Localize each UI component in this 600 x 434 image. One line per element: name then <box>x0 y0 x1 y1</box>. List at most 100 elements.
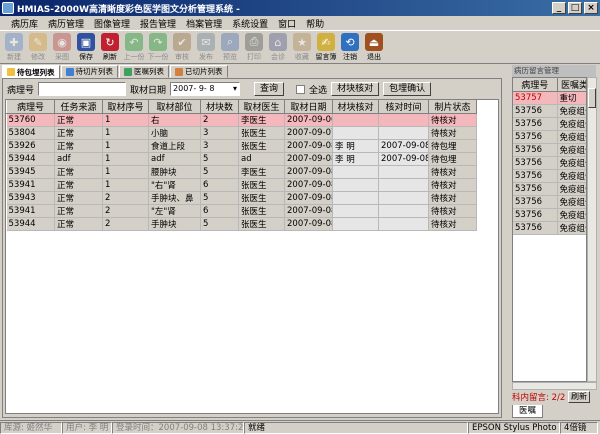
menu-item[interactable]: 系统设置 <box>227 17 273 30</box>
menu-item[interactable]: 窗口 <box>273 17 301 30</box>
menu-item[interactable]: 帮助 <box>301 17 329 30</box>
query-button[interactable]: 查询 <box>254 82 285 96</box>
empty-cell <box>428 275 477 287</box>
column-header[interactable]: 材块数 <box>200 100 239 114</box>
table-row[interactable]: 53945 正常 1 腰肿块 5 李医生 2007-09-08 待核对 <box>6 165 477 179</box>
refresh-orders-button[interactable]: 刷新 <box>568 391 590 403</box>
orders-cell: 53756 <box>513 156 558 170</box>
orders-row[interactable]: 53757 重切 <box>513 91 586 105</box>
table-row[interactable]: 53760 正常 1 右 2 李医生 2007-09-06 待核对 <box>6 113 477 127</box>
table-cell: ad <box>238 152 285 166</box>
tab-orders[interactable]: 医嘱 <box>512 405 544 418</box>
chevron-down-icon[interactable]: ▾ <box>233 84 237 94</box>
orders-row[interactable]: 53756免疫组化 <box>513 156 586 170</box>
list-tab[interactable]: 医嘱列表 <box>119 65 169 78</box>
orders-table[interactable]: 病理号医嘱类型 53757重切53756免疫组化53756免疫组化53756免疫… <box>512 77 587 382</box>
empty-cell <box>200 275 239 287</box>
empty-cell <box>54 364 103 377</box>
orders-cell: 免疫组化 <box>557 117 586 131</box>
orders-row[interactable]: 53756免疫组化 <box>513 104 586 118</box>
column-header[interactable]: 材块核对 <box>332 100 379 114</box>
table-row[interactable]: 53941 正常 2 "左"肾 6 张医生 2007-09-08 待核对 <box>6 204 477 218</box>
table-cell: 53941 <box>6 178 55 192</box>
column-header[interactable]: 病理号 <box>6 100 55 114</box>
toolbar-button[interactable]: ✚ 新建 <box>2 31 26 63</box>
table-row[interactable]: 53944 adf 1 adf 5 ad 2007-09-08 李 明 2007-09-08 待包… <box>6 152 477 166</box>
menu-item[interactable]: 报告管理 <box>135 17 181 30</box>
toolbar-button[interactable]: ↻ 刷新 <box>98 31 122 63</box>
table-cell: 53945 <box>6 165 55 179</box>
toolbar-button[interactable]: ↷ 下一份 <box>146 31 170 63</box>
table-row[interactable]: 53804 正常 1 小脑 3 张医生 2007-09-07 待核对 <box>6 126 477 140</box>
empty-cell <box>332 364 379 377</box>
toolbar-button[interactable]: ⟲ 注销 <box>338 31 362 63</box>
toolbar-button[interactable]: ✔ 审核 <box>170 31 194 63</box>
orders-row[interactable]: 53756免疫组化 <box>513 143 586 157</box>
orders-row[interactable]: 53756免疫组化 <box>513 117 586 131</box>
verify-blocks-button[interactable]: 材块核对 <box>331 82 380 96</box>
empty-cell <box>102 252 149 265</box>
orders-cell: 免疫组化 <box>557 169 586 183</box>
toolbar-button[interactable]: ✉ 发布 <box>194 31 218 63</box>
orders-row[interactable]: 53756免疫组化 <box>513 130 586 144</box>
print-icon: ⎙ <box>245 33 263 51</box>
orders-horizontal-scrollbar[interactable] <box>512 382 597 390</box>
case-number-input[interactable] <box>38 82 127 96</box>
orders-row[interactable]: 53756免疫组化 <box>513 221 586 235</box>
toolbar-button-label: 会诊 <box>271 53 285 61</box>
maximize-button[interactable]: □ <box>568 2 582 14</box>
scroll-thumb[interactable] <box>588 88 596 108</box>
orders-column-header[interactable]: 医嘱类型 <box>557 78 586 92</box>
embedding-table[interactable]: 病理号 任务来源 取材序号 取材部位 材块数 取材医生 取材日期 材块核对 核对时间 制片状态 5… <box>5 99 499 414</box>
menu-item[interactable]: 病历库 <box>6 17 43 30</box>
empty-cell <box>332 241 379 254</box>
table-row[interactable]: 53943 正常 2 手肿块、鼻 5 张医生 2007-09-08 待核对 <box>6 191 477 205</box>
confirm-embedding-button[interactable]: 包埋确认 <box>383 82 432 96</box>
table-cell: 手肿块、鼻 <box>148 191 201 205</box>
orders-row[interactable]: 53756免疫组化 <box>513 208 586 222</box>
orders-column-header[interactable]: 病理号 <box>513 78 558 92</box>
toolbar-button[interactable]: ✎ 修改 <box>26 31 50 63</box>
select-all-checkbox[interactable] <box>296 84 306 94</box>
orders-row[interactable]: 53756免疫组化 <box>513 195 586 209</box>
list-tab[interactable]: 待切片列表 <box>60 65 118 78</box>
toolbar-button[interactable]: ↶ 上一份 <box>122 31 146 63</box>
menu-item[interactable]: 病历管理 <box>43 17 89 30</box>
column-header[interactable]: 任务来源 <box>54 100 103 114</box>
empty-cell <box>378 230 429 243</box>
date-picker[interactable]: 2007- 9- 8 ▾ <box>170 82 241 96</box>
empty-cell <box>284 286 333 299</box>
toolbar-button[interactable]: ⌂ 会诊 <box>266 31 290 63</box>
minimize-button[interactable]: _ <box>552 2 566 14</box>
table-row[interactable]: 53941 正常 1 "右"肾 6 张医生 2007-09-08 待核对 <box>6 178 477 192</box>
list-tab[interactable]: 已切片列表 <box>170 65 228 78</box>
menu-item[interactable]: 档案管理 <box>181 17 227 30</box>
toolbar-button[interactable]: ◉ 采图 <box>50 31 74 63</box>
empty-cell <box>284 375 333 388</box>
orders-cell: 53756 <box>513 195 558 209</box>
column-header[interactable]: 取材序号 <box>102 100 149 114</box>
column-header[interactable]: 核对时间 <box>378 100 429 114</box>
toolbar-button[interactable]: ✍ 留言簿 <box>314 31 338 63</box>
column-header[interactable]: 取材日期 <box>284 100 333 114</box>
orders-vertical-scrollbar[interactable] <box>587 77 597 382</box>
table-row[interactable]: 53944 正常 2 手肿块 5 张医生 2007-09-08 待核对 <box>6 217 477 231</box>
empty-cell <box>378 342 429 355</box>
column-header[interactable]: 制片状态 <box>428 100 477 114</box>
orders-row[interactable]: 53756免疫组化 <box>513 169 586 183</box>
toolbar-button[interactable]: ⌕ 预览 <box>218 31 242 63</box>
column-header[interactable]: 取材医生 <box>238 100 285 114</box>
empty-cell <box>54 241 103 254</box>
menu-item[interactable]: 图像管理 <box>89 17 135 30</box>
close-button[interactable]: × <box>584 2 598 14</box>
toolbar-button[interactable]: ★ 收藏 <box>290 31 314 63</box>
list-tab[interactable]: 待包埋列表 <box>2 65 60 79</box>
table-row[interactable]: 53926 正常 1 食道上段 3 张医生 2007-09-08 李 明 2007-09-08 待… <box>6 139 477 153</box>
toolbar-button[interactable]: ⎙ 打印 <box>242 31 266 63</box>
table-cell: 2007-09-08 <box>284 204 333 218</box>
orders-row[interactable]: 53756免疫组化 <box>513 182 586 196</box>
toolbar-button[interactable]: ▣ 保存 <box>74 31 98 63</box>
column-header[interactable]: 取材部位 <box>148 100 201 114</box>
toolbar-button[interactable]: ⏏ 退出 <box>362 31 386 63</box>
empty-cell <box>102 264 149 276</box>
